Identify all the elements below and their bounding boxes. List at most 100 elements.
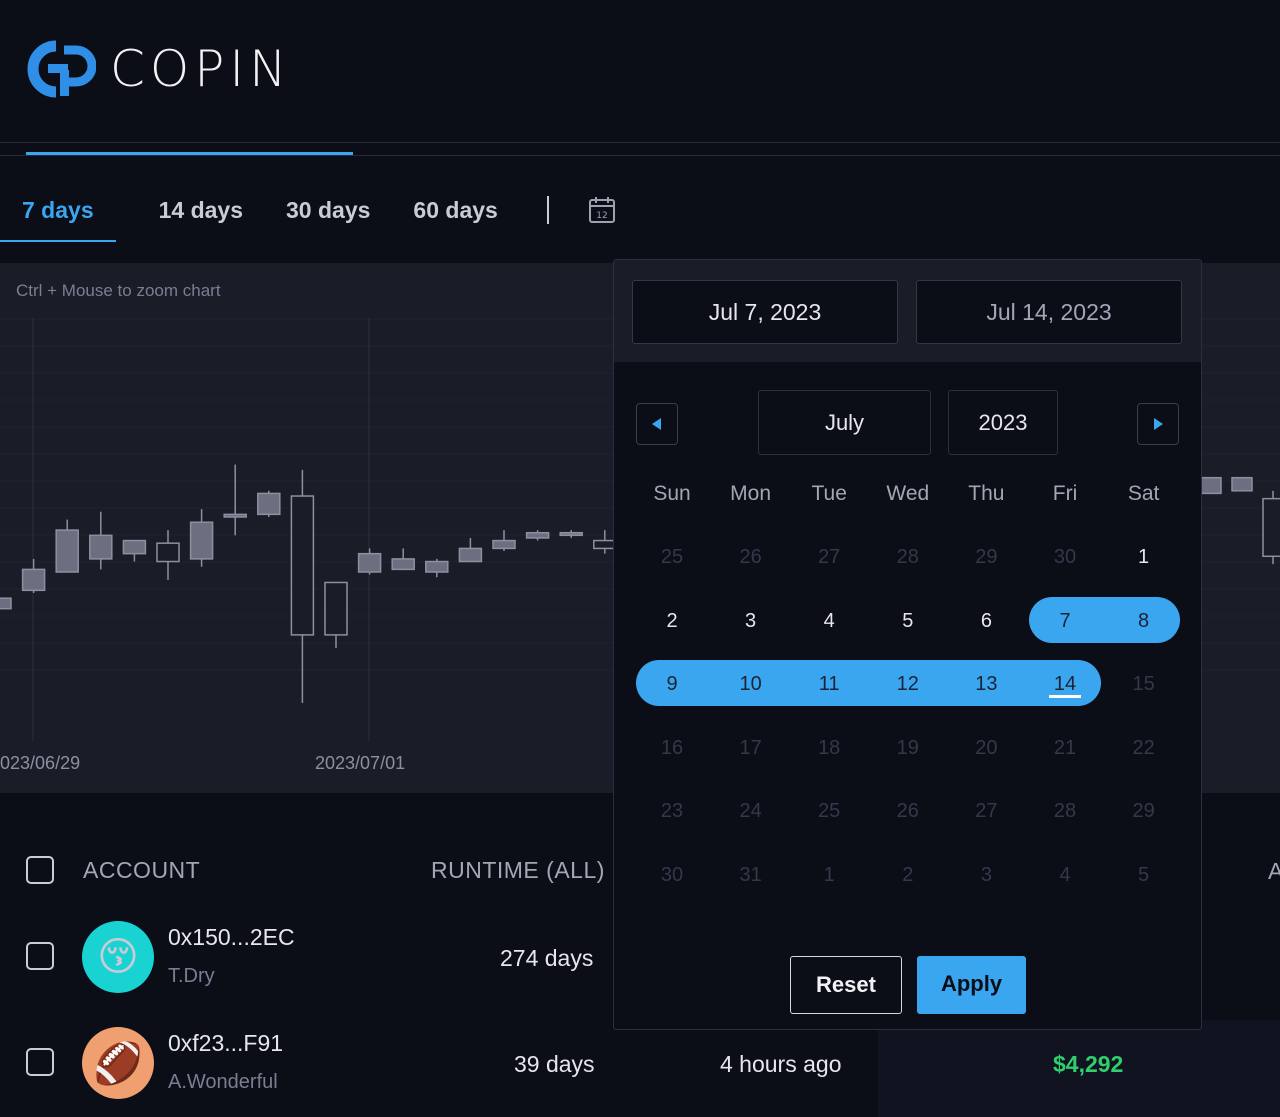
- candle-body: [391, 558, 415, 571]
- end-date-input[interactable]: Jul 14, 2023: [916, 280, 1182, 344]
- calendar-day: 20: [975, 736, 998, 759]
- calendar-day[interactable]: 14: [1026, 661, 1104, 707]
- triangle-right-icon: [1154, 418, 1163, 430]
- section-divider: [0, 155, 1280, 156]
- year-select[interactable]: 2023: [948, 390, 1058, 455]
- start-date-input[interactable]: Jul 7, 2023: [632, 280, 898, 344]
- brand-logo[interactable]: COPIN: [26, 40, 292, 98]
- candle-body: [89, 534, 113, 560]
- calendar-day[interactable]: 1: [1105, 534, 1183, 580]
- calendar-day[interactable]: 10: [712, 661, 790, 707]
- header-cut-off[interactable]: A: [1268, 858, 1280, 885]
- candle-body: [223, 513, 247, 518]
- triangle-left-icon: [652, 418, 661, 430]
- calendar-day[interactable]: 6: [947, 598, 1025, 644]
- weekday-label: Mon: [730, 482, 772, 505]
- tab-14-days[interactable]: 14 days: [159, 186, 243, 242]
- weekday-label: Thu: [968, 482, 1005, 505]
- candle-body: [189, 521, 214, 560]
- calendar-day[interactable]: 12: [869, 661, 947, 707]
- weekday-label: Wed: [886, 482, 930, 505]
- candle-body: [1262, 497, 1280, 558]
- football-icon[interactable]: 🏈: [82, 1027, 154, 1099]
- brand-name: COPIN: [110, 40, 292, 98]
- account-address[interactable]: 0xf23...F91: [168, 1030, 283, 1057]
- account-alias: T.Dry: [168, 965, 215, 987]
- svg-text:12: 12: [596, 211, 607, 221]
- candle-body: [21, 568, 46, 592]
- x-axis-label: 2023/06/29: [0, 753, 80, 773]
- calendar-day: 15: [1132, 673, 1155, 695]
- row-checkbox[interactable]: [26, 942, 54, 970]
- calendar-day[interactable]: 9: [633, 661, 711, 707]
- calendar-icon[interactable]: 12: [587, 195, 617, 225]
- calendar-day: 28: [896, 546, 919, 568]
- header-runtime[interactable]: RUNTIME (ALL): [431, 857, 605, 884]
- candle-body: [156, 542, 180, 563]
- calendar-day[interactable]: 13: [947, 661, 1025, 707]
- app-header: COPIN: [0, 0, 1280, 143]
- calendar-day: 21: [1053, 736, 1077, 759]
- tab-7-days[interactable]: 7 days: [0, 186, 116, 242]
- calendar-day: 17: [739, 736, 762, 759]
- candle-body: [324, 581, 348, 636]
- calendar-day: 27: [818, 546, 841, 568]
- calendar-day[interactable]: 8: [1105, 598, 1183, 644]
- calendar-day: 23: [660, 800, 684, 822]
- row-checkbox[interactable]: [26, 1048, 54, 1076]
- month-select[interactable]: July: [758, 390, 931, 455]
- kissing-face-icon[interactable]: 😚: [82, 921, 154, 993]
- candle-body: [425, 560, 449, 573]
- account-address[interactable]: 0x150...2EC: [168, 924, 295, 951]
- next-month-button[interactable]: [1137, 403, 1179, 445]
- account-alias: A.Wonderful: [168, 1071, 278, 1093]
- pnl-cell: $4,292: [1053, 1051, 1124, 1077]
- runtime-cell: 39 days: [514, 1051, 595, 1077]
- today-marker: [1049, 695, 1081, 698]
- reset-button[interactable]: Reset: [790, 956, 902, 1014]
- calendar-day: 19: [896, 736, 919, 759]
- candle-body: [458, 547, 483, 563]
- calendar-day: 26: [739, 546, 762, 568]
- calendar-day[interactable]: 4: [790, 598, 868, 644]
- calendar-day: 29: [975, 546, 998, 568]
- weekday-label: Sat: [1127, 482, 1160, 505]
- select-all-checkbox[interactable]: [26, 856, 54, 884]
- calendar-day: 29: [1132, 800, 1155, 822]
- candle-body: [1231, 476, 1253, 492]
- candle-body: [290, 495, 315, 636]
- tab-60-days[interactable]: 60 days: [413, 186, 497, 242]
- candle-body: [492, 539, 516, 550]
- x-axis-label: 2023/07/01: [315, 753, 405, 773]
- calendar-day[interactable]: 11: [790, 661, 868, 707]
- calendar-day[interactable]: 5: [869, 598, 947, 644]
- calendar-day: 4: [1059, 863, 1071, 886]
- calendar-day[interactable]: 3: [712, 598, 790, 644]
- candle-body: [55, 529, 79, 573]
- apply-button[interactable]: Apply: [917, 956, 1026, 1014]
- weekday-label: Fri: [1052, 482, 1078, 505]
- candle-body: [357, 552, 382, 573]
- calendar-day: 30: [1053, 546, 1077, 568]
- candle-body: [257, 492, 281, 516]
- weekday-label: Sun: [653, 482, 691, 505]
- date-range-picker: Jul 7, 2023 Jul 14, 2023 July 2023 Sun Mo…: [613, 259, 1202, 1030]
- time-range-tabs: 7 days 14 days 30 days 60 days 12: [0, 186, 617, 242]
- candle-body: [525, 531, 550, 539]
- copin-logo-icon: [27, 40, 96, 98]
- calendar-day[interactable]: 7: [1026, 598, 1104, 644]
- tab-30-days[interactable]: 30 days: [286, 186, 370, 242]
- calendar-day: 5: [1138, 863, 1150, 886]
- calendar-day: 26: [896, 800, 919, 822]
- calendar-day: 22: [1132, 736, 1155, 759]
- calendar-day: 2: [902, 863, 914, 886]
- candle-body: [0, 597, 12, 610]
- weekday-label: Tue: [811, 482, 847, 505]
- calendar-day: 3: [980, 863, 992, 886]
- prev-month-button[interactable]: [636, 403, 678, 445]
- header-account[interactable]: ACCOUNT: [83, 857, 200, 884]
- candle-body: [559, 531, 583, 537]
- calendar-day: 16: [660, 736, 684, 759]
- calendar-day[interactable]: 2: [633, 598, 711, 644]
- tab-separator: [546, 196, 549, 224]
